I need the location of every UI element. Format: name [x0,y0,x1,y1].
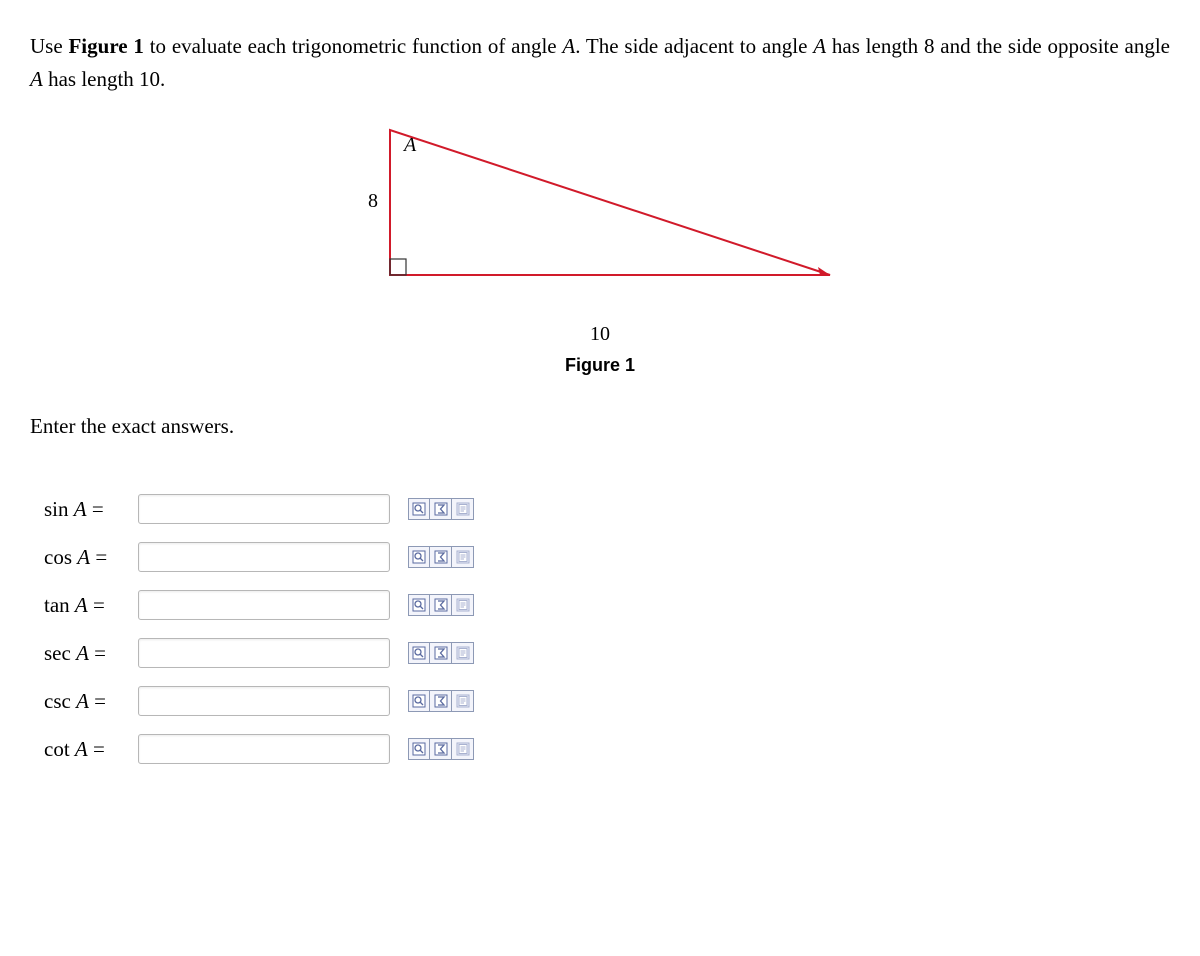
toolbar-cos [408,546,474,568]
question-angle-1: A [562,34,575,58]
toolbar-tan [408,594,474,616]
help-icon[interactable] [452,690,474,712]
sigma-icon[interactable] [430,498,452,520]
question-angle-3: A [30,67,43,91]
sigma-icon[interactable] [430,738,452,760]
preview-icon[interactable] [408,738,430,760]
help-icon[interactable] [452,642,474,664]
figure-adjacent-label: 8 [368,190,378,212]
toolbar-sec [408,642,474,664]
input-cos[interactable] [138,542,390,572]
toolbar-csc [408,690,474,712]
question-mid3: has length 8 and the side opposite angle [826,34,1170,58]
label-tan: tan A = [44,589,138,622]
triangle-figure: A 8 [350,115,850,305]
label-cos: cos A = [44,541,138,574]
question-prefix: Use [30,34,68,58]
preview-icon[interactable] [408,498,430,520]
figure-caption: Figure 1 [30,352,1170,380]
question-angle-2: A [813,34,826,58]
preview-icon[interactable] [408,546,430,568]
help-icon[interactable] [452,738,474,760]
input-cot[interactable] [138,734,390,764]
help-icon[interactable] [452,498,474,520]
input-tan[interactable] [138,590,390,620]
help-icon[interactable] [452,546,474,568]
answer-row-csc: csc A = [44,684,1170,718]
input-csc[interactable] [138,686,390,716]
question-mid2-a: . The side adjacent to angle [575,34,813,58]
sigma-icon[interactable] [430,690,452,712]
answer-row-sec: sec A = [44,636,1170,670]
preview-icon[interactable] [408,690,430,712]
input-sin[interactable] [138,494,390,524]
figure-opposite-label: 10 [30,319,1170,350]
label-cot: cot A = [44,733,138,766]
preview-icon[interactable] [408,594,430,616]
sigma-icon[interactable] [430,594,452,616]
toolbar-cot [408,738,474,760]
sigma-icon[interactable] [430,642,452,664]
answer-row-sin: sin A = [44,492,1170,526]
preview-icon[interactable] [408,642,430,664]
toolbar-sin [408,498,474,520]
answer-rows: sin A = cos A = tan A = [30,492,1170,766]
figure-container: A 8 10 Figure 1 [30,115,1170,379]
label-sec: sec A = [44,637,138,670]
label-csc: csc A = [44,685,138,718]
figure-angle-label: A [402,134,417,156]
question-text: Use Figure 1 to evaluate each trigonomet… [30,30,1170,95]
sigma-icon[interactable] [430,546,452,568]
question-mid1: to evaluate each trigonometric function … [144,34,563,58]
question-mid4: has length 10. [43,67,165,91]
answer-row-tan: tan A = [44,588,1170,622]
answer-row-cos: cos A = [44,540,1170,574]
label-sin: sin A = [44,493,138,526]
answer-row-cot: cot A = [44,732,1170,766]
input-sec[interactable] [138,638,390,668]
figure-reference: Figure 1 [68,34,143,58]
help-icon[interactable] [452,594,474,616]
subprompt: Enter the exact answers. [30,410,1170,443]
